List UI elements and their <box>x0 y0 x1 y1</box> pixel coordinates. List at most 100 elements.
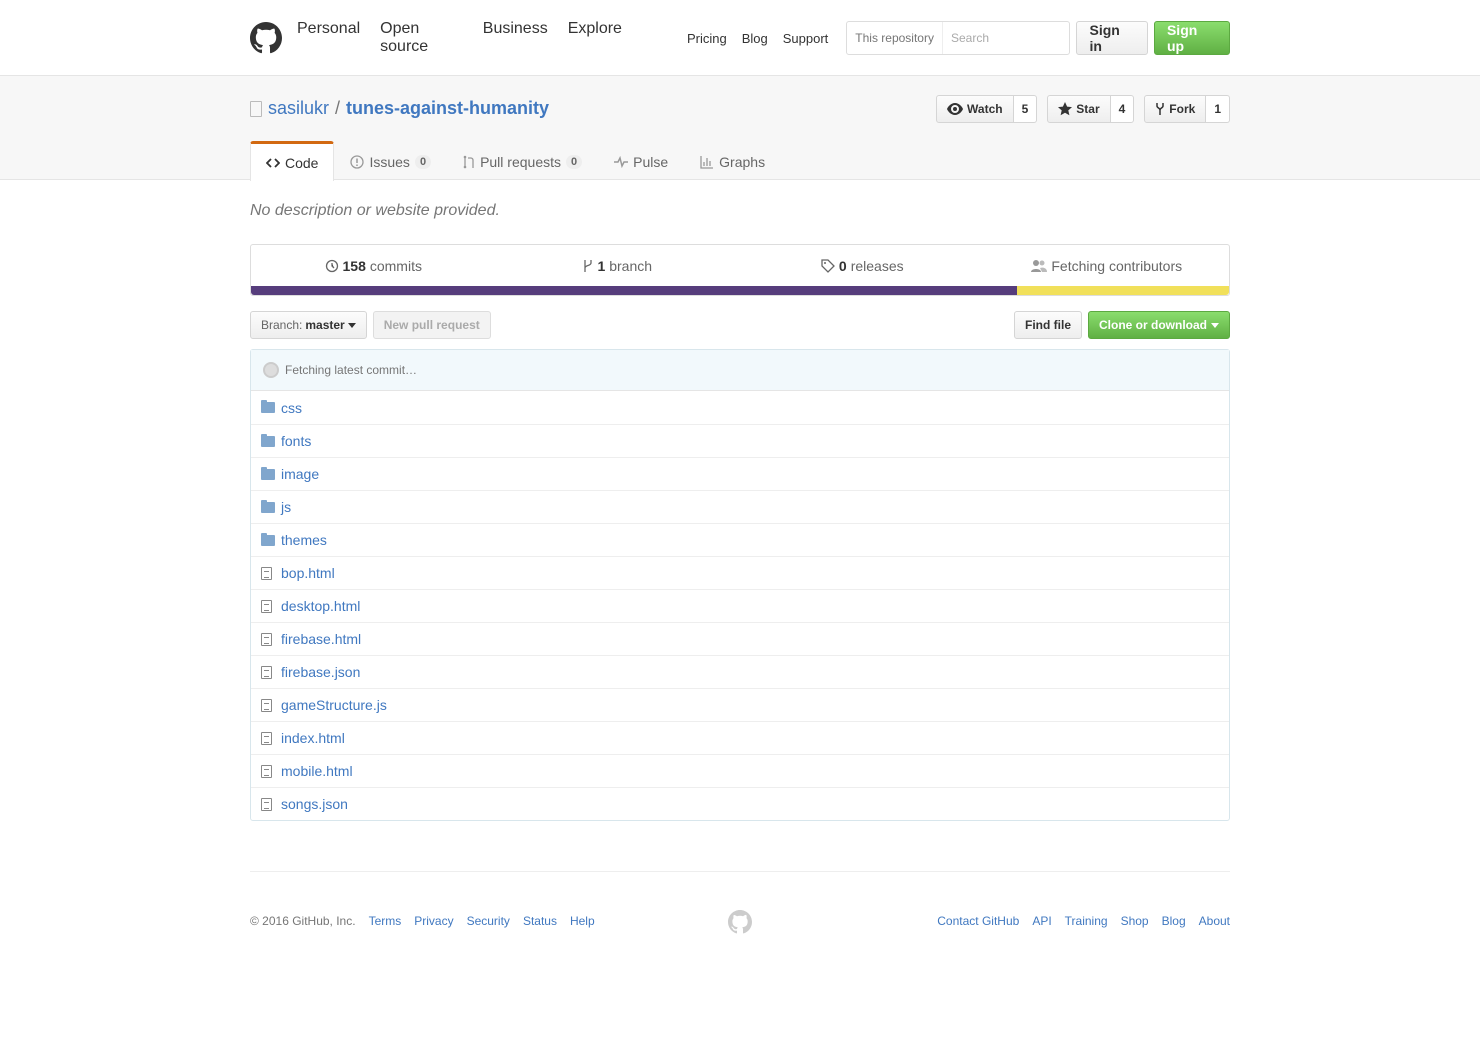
releases-link[interactable]: 0 releases <box>740 258 985 274</box>
numbers-summary: 158 commits 1 branch 0 releases Fetching… <box>250 244 1230 296</box>
fork-button[interactable]: Fork <box>1144 95 1207 123</box>
file-type-icon <box>261 566 275 580</box>
github-mark-icon[interactable] <box>728 910 752 937</box>
file-name-link[interactable]: js <box>281 499 291 515</box>
releases-label: releases <box>850 258 904 274</box>
star-count[interactable]: 4 <box>1110 95 1135 123</box>
commit-tease: Fetching latest commit… <box>251 350 1229 391</box>
footer-link-status[interactable]: Status <box>523 914 557 928</box>
tab-graphs[interactable]: Graphs <box>684 141 781 181</box>
branches-link[interactable]: 1 branch <box>496 258 741 274</box>
nav-personal[interactable]: Personal <box>297 20 360 56</box>
file-name-link[interactable]: mobile.html <box>281 763 353 779</box>
file-name-link[interactable]: css <box>281 400 302 416</box>
footer-link-terms[interactable]: Terms <box>369 914 402 928</box>
language-segment[interactable] <box>1016 286 1229 295</box>
graph-icon <box>700 155 714 169</box>
code-icon <box>266 157 280 168</box>
nav-explore[interactable]: Explore <box>568 20 622 56</box>
tab-issues[interactable]: Issues 0 <box>334 141 447 181</box>
people-icon <box>1031 260 1048 272</box>
footer-link-help[interactable]: Help <box>570 914 595 928</box>
pull-request-icon <box>463 155 474 168</box>
site-header: Personal Open source Business Explore Pr… <box>0 0 1480 76</box>
fork-count[interactable]: 1 <box>1206 95 1230 123</box>
branch-label: branch <box>609 258 653 274</box>
language-bar[interactable] <box>251 286 1229 295</box>
file-type-icon <box>261 731 275 745</box>
find-file-button[interactable]: Find file <box>1014 311 1082 339</box>
file-name-link[interactable]: firebase.html <box>281 631 361 647</box>
loading-spinner-icon <box>263 362 279 378</box>
issue-icon <box>350 154 365 169</box>
language-segment[interactable] <box>251 286 1017 295</box>
folder-icon <box>261 532 275 546</box>
issues-counter: 0 <box>414 154 432 169</box>
footer-link-shop[interactable]: Shop <box>1121 914 1149 928</box>
file-row: index.html <box>251 721 1229 754</box>
file-type-icon <box>261 665 275 679</box>
commit-tease-text: Fetching latest commit… <box>285 363 418 377</box>
caret-down-icon <box>1211 322 1219 328</box>
nav-business[interactable]: Business <box>483 20 548 56</box>
footer-link-contact[interactable]: Contact GitHub <box>937 914 1019 928</box>
repo-icon <box>250 100 262 117</box>
tab-pulse[interactable]: Pulse <box>598 141 684 181</box>
search-input[interactable]: Search <box>943 22 1070 54</box>
file-name-link[interactable]: desktop.html <box>281 598 360 614</box>
file-name-link[interactable]: themes <box>281 532 327 548</box>
new-pull-request-button[interactable]: New pull request <box>372 311 491 339</box>
footer-link-api[interactable]: API <box>1032 914 1051 928</box>
footer-link-training[interactable]: Training <box>1065 914 1108 928</box>
fork-icon <box>1156 103 1165 115</box>
tab-code-label: Code <box>285 154 319 171</box>
file-type-icon <box>261 698 275 712</box>
file-row: gameStructure.js <box>251 688 1229 721</box>
file-name-link[interactable]: fonts <box>281 433 311 449</box>
pulse-icon <box>614 155 629 168</box>
contributors-link[interactable]: Fetching contributors <box>985 258 1230 274</box>
sign-up-button[interactable]: Sign up <box>1153 21 1230 55</box>
tab-code[interactable]: Code <box>250 141 335 181</box>
nav-pricing[interactable]: Pricing <box>687 31 727 46</box>
folder-icon <box>261 499 275 513</box>
repo-tabs: Code Issues 0 Pull requests 0 Pulse Grap… <box>250 141 781 181</box>
nav-blog[interactable]: Blog <box>742 31 768 46</box>
footer-link-blog[interactable]: Blog <box>1162 914 1186 928</box>
file-name-link[interactable]: bop.html <box>281 565 335 581</box>
file-name-link[interactable]: firebase.json <box>281 664 360 680</box>
watch-label: Watch <box>967 102 1003 116</box>
star-button[interactable]: Star <box>1047 95 1111 123</box>
tab-pull-requests[interactable]: Pull requests 0 <box>447 141 598 181</box>
file-name-link[interactable]: gameStructure.js <box>281 697 387 713</box>
nav-support[interactable]: Support <box>783 31 829 46</box>
nav-open-source[interactable]: Open source <box>380 20 463 56</box>
search-box: This repository Search <box>846 21 1071 55</box>
sign-in-button[interactable]: Sign in <box>1076 21 1148 55</box>
file-type-icon <box>261 632 275 646</box>
github-logo-icon[interactable] <box>250 22 282 54</box>
tab-pull-requests-label: Pull requests <box>480 153 561 170</box>
watch-count[interactable]: 5 <box>1013 95 1038 123</box>
clone-download-button[interactable]: Clone or download <box>1088 311 1230 339</box>
watch-button[interactable]: Watch <box>936 95 1014 123</box>
repo-header: sasilukr / tunes-against-humanity Watch … <box>0 76 1480 181</box>
repo-owner-link[interactable]: sasilukr <box>268 98 329 119</box>
file-type-icon <box>261 599 275 613</box>
footer-link-privacy[interactable]: Privacy <box>414 914 453 928</box>
branch-select-button[interactable]: Branch: master <box>250 311 367 339</box>
file-name-link[interactable]: songs.json <box>281 796 348 812</box>
file-name-link[interactable]: index.html <box>281 730 345 746</box>
file-icon <box>261 665 272 679</box>
tag-icon <box>821 259 835 273</box>
repo-content: No description or website provided. 158 … <box>250 202 1230 971</box>
folder-icon <box>261 400 275 413</box>
footer-link-security[interactable]: Security <box>467 914 510 928</box>
repo-name-link[interactable]: tunes-against-humanity <box>346 98 549 119</box>
file-name-link[interactable]: image <box>281 466 319 482</box>
contributors-label: Fetching contributors <box>1051 258 1183 274</box>
commits-label: commits <box>369 258 422 274</box>
file-icon <box>261 797 272 811</box>
commits-link[interactable]: 158 commits <box>251 258 496 274</box>
footer-link-about[interactable]: About <box>1199 914 1230 928</box>
